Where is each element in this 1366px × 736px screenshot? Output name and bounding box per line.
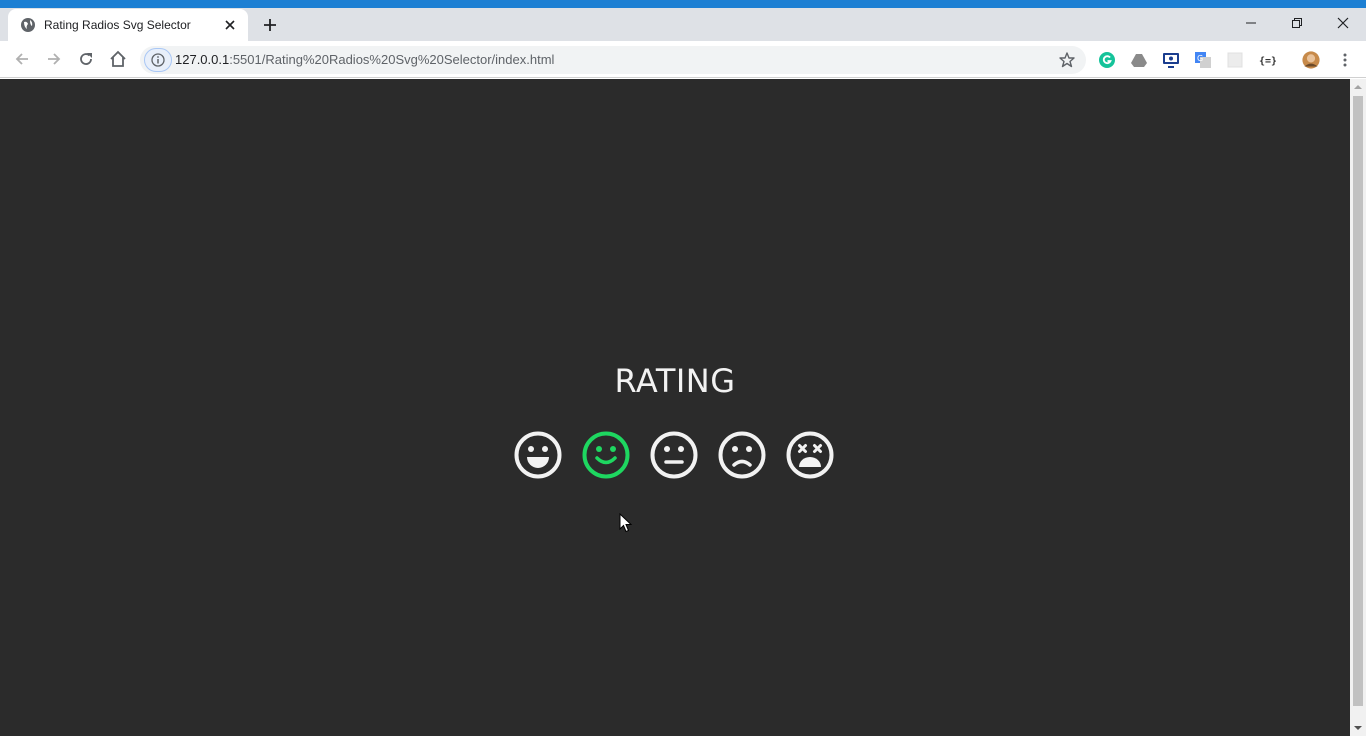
menu-dots-icon[interactable] xyxy=(1336,51,1354,69)
back-button[interactable] xyxy=(10,47,34,71)
json-icon[interactable]: {=} xyxy=(1258,51,1276,69)
close-window-button[interactable] xyxy=(1320,8,1366,38)
face-happy-radio[interactable] xyxy=(582,431,630,479)
url-text[interactable]: 127.0.0.1:5501/Rating%20Radios%20Svg%20S… xyxy=(175,52,554,67)
new-tab-button[interactable] xyxy=(258,13,282,37)
browser-tab[interactable]: Rating Radios Svg Selector xyxy=(8,9,248,41)
rating-options xyxy=(514,431,834,479)
scrollbar-thumb[interactable] xyxy=(1353,96,1363,706)
browser-toolbar: 127.0.0.1:5501/Rating%20Radios%20Svg%20S… xyxy=(0,41,1366,78)
vertical-scrollbar[interactable] xyxy=(1350,79,1366,736)
url-host: 127.0.0.1 xyxy=(175,52,230,67)
svg-text:{=}: {=} xyxy=(1259,56,1276,67)
svg-text:G: G xyxy=(1197,54,1203,63)
grammarly-icon[interactable] xyxy=(1098,51,1116,69)
face-neutral-radio[interactable] xyxy=(650,431,698,479)
scroll-up-arrow-icon[interactable] xyxy=(1354,83,1362,91)
close-tab-icon[interactable] xyxy=(222,17,238,33)
face-very-sad-radio[interactable] xyxy=(786,431,834,479)
face-very-happy-radio[interactable] xyxy=(514,431,562,479)
site-info-icon[interactable] xyxy=(144,48,172,72)
blank-extension-icon[interactable] xyxy=(1226,51,1244,69)
translate-icon[interactable]: G xyxy=(1194,51,1212,69)
scroll-down-arrow-icon[interactable] xyxy=(1354,724,1362,732)
profile-avatar[interactable] xyxy=(1302,51,1320,69)
globe-icon xyxy=(20,17,36,33)
face-sad-radio[interactable] xyxy=(718,431,766,479)
minimize-button[interactable] xyxy=(1228,8,1274,38)
restore-button[interactable] xyxy=(1274,8,1320,38)
drive-icon[interactable] xyxy=(1130,51,1148,69)
home-button[interactable] xyxy=(106,47,130,71)
forward-button[interactable] xyxy=(42,47,66,71)
rating-heading: RATING xyxy=(614,362,736,400)
tab-title: Rating Radios Svg Selector xyxy=(44,18,191,32)
bookmark-star-icon[interactable] xyxy=(1058,51,1076,69)
page-content: RATING xyxy=(0,79,1350,736)
screen-icon[interactable] xyxy=(1162,51,1180,69)
mouse-cursor-icon xyxy=(619,513,633,533)
tab-bar: Rating Radios Svg Selector xyxy=(0,8,1366,41)
window-top-strip xyxy=(0,0,1366,8)
reload-button[interactable] xyxy=(74,47,98,71)
url-path: :5501/Rating%20Radios%20Svg%20Selector/i… xyxy=(229,52,555,67)
address-bar[interactable]: 127.0.0.1:5501/Rating%20Radios%20Svg%20S… xyxy=(140,46,1086,74)
